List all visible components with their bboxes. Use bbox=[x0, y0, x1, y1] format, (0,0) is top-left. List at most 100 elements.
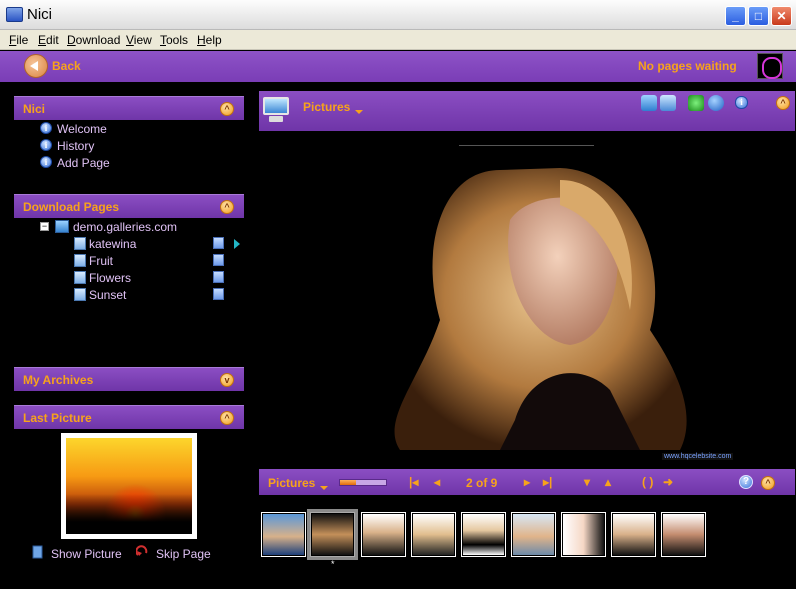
forward-icon[interactable]: ➜ bbox=[663, 476, 673, 488]
monitor-icon bbox=[261, 94, 291, 126]
scroll-down-icon[interactable]: ▾ bbox=[584, 476, 590, 488]
collapse-icon[interactable]: ^ bbox=[220, 102, 234, 116]
section-last-picture-header[interactable]: Last Picture ^ bbox=[14, 405, 244, 429]
dropdown-arrow-icon[interactable] bbox=[355, 110, 363, 114]
maximize-button[interactable]: □ bbox=[748, 6, 769, 26]
menu-bar: File Edit Download View Tools Help bbox=[0, 30, 796, 50]
info-icon: i bbox=[40, 139, 52, 151]
section-archives-title: My Archives bbox=[23, 373, 94, 387]
thumbnail-image bbox=[563, 514, 604, 555]
network-icon[interactable] bbox=[641, 95, 657, 111]
collapse-icon[interactable]: ^ bbox=[761, 476, 775, 490]
thumbnail[interactable] bbox=[361, 512, 406, 557]
sunset-image bbox=[66, 438, 192, 534]
menu-tools[interactable]: Tools bbox=[160, 33, 188, 47]
tree-page-flowers[interactable]: Flowers bbox=[89, 271, 131, 285]
dropdown-arrow-icon[interactable] bbox=[320, 486, 328, 490]
section-nici-title: Nici bbox=[23, 102, 46, 116]
menu-file[interactable]: File bbox=[9, 33, 28, 47]
last-page-icon[interactable]: ▸| bbox=[543, 476, 552, 488]
menu-download[interactable]: Download bbox=[67, 33, 120, 47]
page-counter: 2 of 9 bbox=[466, 476, 498, 490]
tree-page-fruit[interactable]: Fruit bbox=[89, 254, 113, 268]
tree-page-katewina[interactable]: katewina bbox=[89, 237, 136, 251]
skip-page-link[interactable]: Skip Page bbox=[156, 547, 211, 561]
section-archives-header[interactable]: My Archives v bbox=[14, 367, 244, 391]
help-icon[interactable]: ? bbox=[739, 475, 753, 489]
thumbnail[interactable] bbox=[307, 509, 358, 560]
skip-page-icon[interactable] bbox=[136, 545, 148, 559]
nav-welcome[interactable]: Welcome bbox=[57, 122, 107, 136]
progress-fill bbox=[340, 480, 357, 485]
fit-icon[interactable]: ( ) bbox=[642, 476, 653, 488]
page-status-icon bbox=[213, 237, 224, 249]
nav-pictures-dropdown[interactable]: Pictures bbox=[268, 476, 315, 490]
selected-marker: * bbox=[331, 559, 335, 569]
thumbnail-image bbox=[613, 514, 654, 555]
menu-help[interactable]: Help bbox=[197, 33, 222, 47]
thumbnail[interactable] bbox=[661, 512, 706, 557]
page-icon bbox=[74, 237, 86, 250]
page-status-icon bbox=[213, 271, 224, 283]
info-icon: i bbox=[40, 156, 52, 168]
section-download-header[interactable]: Download Pages ^ bbox=[14, 194, 244, 218]
tree-site[interactable]: demo.galleries.com bbox=[73, 220, 177, 234]
minimize-button[interactable]: _ bbox=[725, 6, 746, 26]
divider bbox=[459, 145, 594, 146]
thumbnail[interactable] bbox=[461, 512, 506, 557]
info-icon[interactable]: i bbox=[735, 96, 748, 109]
first-page-icon[interactable]: |◂ bbox=[409, 476, 418, 488]
play-icon[interactable] bbox=[234, 239, 240, 249]
thumbnail[interactable] bbox=[611, 512, 656, 557]
back-arrow-icon[interactable] bbox=[24, 54, 48, 78]
expand-icon[interactable]: v bbox=[220, 373, 234, 387]
tree-collapse-icon[interactable]: − bbox=[40, 222, 49, 231]
page-icon bbox=[74, 254, 86, 267]
next-icon[interactable]: ▸ bbox=[524, 476, 530, 488]
scroll-up-icon[interactable]: ▴ bbox=[605, 476, 611, 488]
thumbnail[interactable] bbox=[411, 512, 456, 557]
back-button[interactable]: Back bbox=[52, 59, 81, 73]
thumbnail[interactable] bbox=[261, 512, 306, 557]
nici-logo-icon bbox=[757, 53, 783, 79]
fullscreen-icon[interactable] bbox=[688, 95, 704, 111]
thumbnail-image bbox=[513, 514, 554, 555]
thumbnail[interactable] bbox=[511, 512, 556, 557]
show-picture-icon[interactable] bbox=[32, 545, 44, 559]
section-last-picture-title: Last Picture bbox=[23, 411, 92, 425]
watermark: www.hqcelebsite.com bbox=[662, 453, 734, 460]
thumbnail-image bbox=[263, 514, 304, 555]
thumbnail-image bbox=[312, 514, 353, 555]
thumbnail-image bbox=[463, 514, 504, 555]
collapse-icon[interactable]: ^ bbox=[776, 96, 790, 110]
menu-view[interactable]: View bbox=[126, 33, 152, 47]
window-title: Nici bbox=[27, 6, 52, 23]
close-button[interactable]: ✕ bbox=[771, 6, 792, 26]
page-icon bbox=[74, 288, 86, 301]
computers-icon[interactable] bbox=[660, 95, 676, 111]
section-download-title: Download Pages bbox=[23, 200, 120, 214]
main-picture bbox=[394, 168, 687, 450]
thumbnail-image bbox=[413, 514, 454, 555]
nav-history[interactable]: History bbox=[57, 139, 94, 153]
thumbnail-image bbox=[663, 514, 704, 555]
collapse-icon[interactable]: ^ bbox=[220, 200, 234, 214]
menu-edit[interactable]: Edit bbox=[38, 33, 59, 47]
page-status-icon bbox=[213, 254, 224, 266]
collapse-icon[interactable]: ^ bbox=[220, 411, 234, 425]
thumbnail[interactable] bbox=[561, 512, 606, 557]
viewer-title-dropdown[interactable]: Pictures bbox=[303, 100, 350, 114]
app-icon bbox=[6, 7, 23, 22]
refresh-icon[interactable] bbox=[708, 95, 724, 111]
tree-page-sunset[interactable]: Sunset bbox=[89, 288, 126, 302]
previous-icon[interactable]: ◂ bbox=[434, 476, 440, 488]
nav-add-page[interactable]: Add Page bbox=[57, 156, 110, 170]
show-picture-link[interactable]: Show Picture bbox=[51, 547, 122, 561]
last-picture-thumbnail[interactable] bbox=[61, 433, 197, 539]
page-status-icon bbox=[213, 288, 224, 300]
info-icon: i bbox=[40, 122, 52, 134]
title-bar: Nici _ □ ✕ bbox=[0, 0, 796, 30]
thumbnail-image bbox=[363, 514, 404, 555]
download-status: No pages waiting bbox=[638, 59, 737, 73]
section-nici-header[interactable]: Nici ^ bbox=[14, 96, 244, 120]
